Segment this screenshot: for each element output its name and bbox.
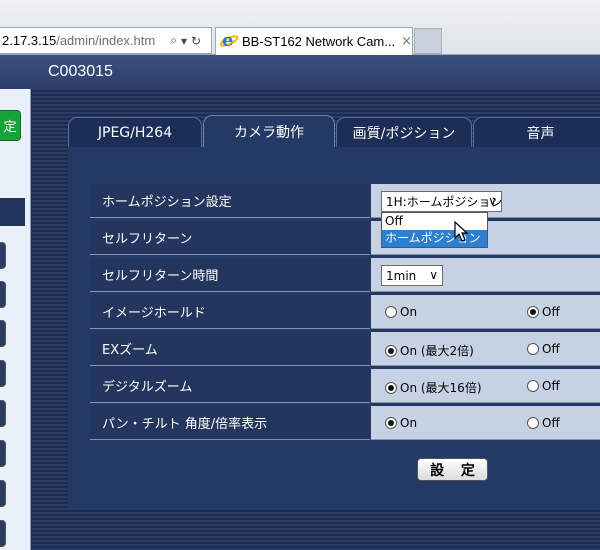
chevron-down-icon: ∨: [429, 268, 438, 282]
tab-audio[interactable]: 音声: [473, 117, 600, 147]
home-position-select[interactable]: 1H:ホームポジション ∨: [381, 191, 502, 212]
ex-zoom-off-radio[interactable]: Off: [527, 342, 560, 356]
radio-label: Off: [542, 305, 560, 319]
radio-label: On (最大2倍): [400, 344, 474, 358]
address-host: 2.17.3.15: [2, 33, 57, 48]
refresh-icon[interactable]: ↻: [191, 34, 201, 48]
address-path: /admin/index.htm: [56, 33, 156, 48]
camera-name: C003015: [48, 63, 113, 80]
radio-dot: [385, 344, 397, 357]
radio-dot: [385, 417, 397, 429]
radio-dot: [527, 343, 539, 355]
tab-image-position[interactable]: 画質/ポジション: [336, 117, 472, 147]
digital-zoom-off-radio[interactable]: Off: [527, 379, 560, 393]
row-value-self-return-time: 1min ∨: [371, 258, 600, 292]
digital-zoom-on-radio[interactable]: On (最大16倍): [385, 379, 482, 396]
row-label-ex-zoom: EXズーム: [90, 332, 370, 366]
image-hold-on-radio[interactable]: On: [385, 305, 417, 319]
radio-label: Off: [542, 379, 560, 393]
sidebar-item[interactable]: [0, 480, 6, 507]
row-label-image-hold: イメージホールド: [90, 295, 370, 329]
row-label-self-return: セルフリターン: [90, 221, 370, 255]
sidebar-item[interactable]: [0, 360, 6, 387]
radio-label: On: [400, 305, 418, 319]
radio-dot: [527, 306, 539, 318]
browser-tab[interactable]: e BB-ST162 Network Cam... ×: [215, 27, 413, 55]
dropdown-option-home-position[interactable]: ホームポジション: [382, 230, 487, 247]
mouse-cursor-icon: [454, 221, 469, 242]
sidebar-item[interactable]: [0, 242, 6, 269]
dropdown-arrow-icon[interactable]: ▾: [181, 34, 187, 48]
row-value-image-hold: On Off: [371, 295, 600, 329]
sidebar-setup-button[interactable]: 定: [0, 110, 21, 141]
self-return-time-select[interactable]: 1min ∨: [381, 265, 443, 286]
set-button[interactable]: 設 定: [417, 458, 488, 481]
radio-dot: [385, 306, 397, 318]
sidebar-item[interactable]: [0, 281, 6, 308]
browser-chrome: 2.17.3.15 /admin/index.htm ⌕ ▾ ↻ e BB-ST…: [0, 0, 600, 55]
sidebar-item[interactable]: [0, 440, 6, 467]
row-value-digital-zoom: On (最大16倍) Off: [371, 369, 600, 403]
sidebar-selected-item[interactable]: [0, 198, 25, 226]
pan-tilt-display-off-radio[interactable]: Off: [527, 416, 560, 430]
new-tab-button[interactable]: [414, 28, 442, 54]
radio-label: On: [400, 416, 418, 430]
chevron-down-icon: ∨: [488, 194, 497, 208]
radio-label: Off: [542, 416, 560, 430]
radio-dot: [527, 380, 539, 392]
row-label-pan-tilt-display: パン・チルト 角度/倍率表示: [90, 406, 370, 440]
row-label-self-return-time: セルフリターン時間: [90, 258, 370, 292]
home-position-select-value: 1H:ホームポジション: [386, 195, 503, 209]
tab-jpeg-h264[interactable]: JPEG/H264: [68, 117, 202, 147]
sidebar-item[interactable]: [0, 320, 6, 347]
close-tab-icon[interactable]: ×: [401, 34, 412, 49]
row-value-pan-tilt-display: On Off: [371, 406, 600, 440]
camera-header: C003015: [0, 55, 600, 89]
ie-logo-icon: e: [218, 30, 240, 51]
home-position-dropdown-list: Off ホームポジション: [381, 212, 488, 248]
sidebar-item[interactable]: [0, 400, 6, 427]
sidebar-item[interactable]: [0, 520, 6, 547]
browser-tab-title: BB-ST162 Network Cam...: [241, 34, 396, 49]
radio-dot: [527, 417, 539, 429]
ex-zoom-on-radio[interactable]: On (最大2倍): [385, 342, 474, 359]
self-return-time-select-value: 1min: [386, 268, 417, 283]
pan-tilt-display-on-radio[interactable]: On: [385, 416, 417, 430]
radio-label: Off: [542, 342, 560, 356]
row-value-ex-zoom: On (最大2倍) Off: [371, 332, 600, 366]
search-icon[interactable]: ⌕: [170, 33, 177, 48]
tab-camera-operation[interactable]: カメラ動作: [203, 115, 335, 147]
row-label-home-position: ホームポジション設定: [90, 184, 370, 218]
address-bar[interactable]: 2.17.3.15 /admin/index.htm ⌕ ▾ ↻: [0, 27, 212, 54]
dropdown-option-off[interactable]: Off: [382, 213, 487, 230]
row-label-digital-zoom: デジタルズーム: [90, 369, 370, 403]
image-hold-off-radio[interactable]: Off: [527, 305, 560, 319]
radio-dot: [385, 381, 397, 394]
radio-label: On (最大16倍): [400, 381, 482, 395]
